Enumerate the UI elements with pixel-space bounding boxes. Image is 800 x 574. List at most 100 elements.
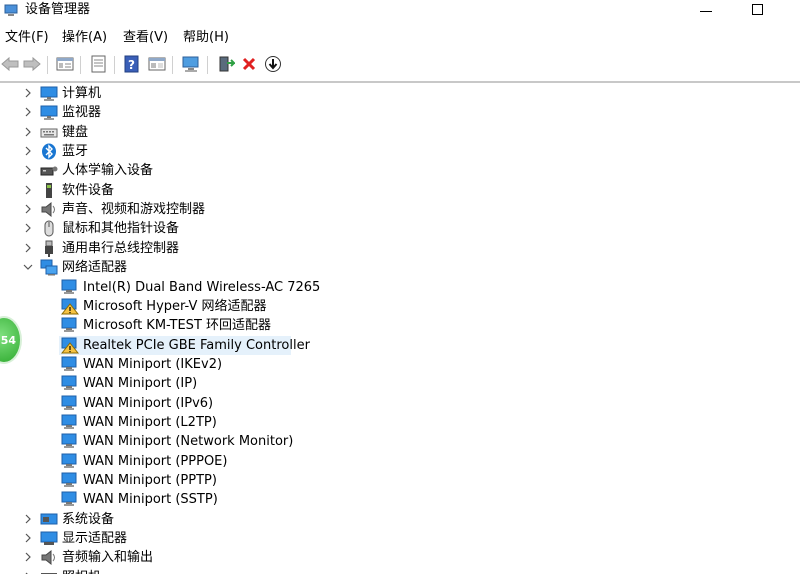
device-label: 鼠标和其他指针设备	[62, 221, 180, 237]
display-adapter-icon	[40, 530, 58, 547]
chevron-right-icon[interactable]	[22, 551, 34, 563]
device-label: WAN Miniport (IPv6)	[83, 395, 214, 411]
properties-icon[interactable]	[55, 54, 75, 74]
network-adapter-icon	[61, 395, 79, 412]
chevron-right-icon[interactable]	[22, 242, 34, 254]
device-item[interactable]: WAN Miniport (IPv6)	[0, 394, 800, 413]
chevron-right-icon[interactable]	[22, 222, 34, 234]
network-adapter-icon	[61, 356, 79, 373]
device-label: 网络适配器	[62, 260, 128, 276]
chevron-right-icon[interactable]	[22, 106, 34, 118]
network-adapter-icon	[61, 279, 79, 296]
device-category[interactable]: 显示适配器	[0, 529, 800, 548]
svg-text:?: ?	[128, 58, 135, 72]
menu-help[interactable]: 帮助(H)	[183, 29, 229, 47]
chevron-right-icon[interactable]	[22, 184, 34, 196]
device-label: WAN Miniport (Network Monitor)	[83, 434, 294, 450]
device-category[interactable]: 网络适配器	[0, 258, 800, 277]
device-label: 键盘	[62, 124, 89, 140]
device-label: 音频输入和输出	[62, 550, 154, 566]
device-item[interactable]: Realtek PCIe GBE Family Controller	[0, 335, 800, 355]
enable-device-icon[interactable]	[216, 54, 236, 74]
device-label: 监视器	[62, 105, 102, 121]
device-label: 系统设备	[62, 511, 115, 527]
chevron-right-icon[interactable]	[22, 126, 34, 138]
keyboard-icon	[40, 124, 58, 141]
network-adapter-icon	[61, 453, 79, 470]
device-category[interactable]: 软件设备	[0, 181, 800, 200]
chevron-right-icon[interactable]	[22, 203, 34, 215]
device-item[interactable]: WAN Miniport (IP)	[0, 374, 800, 393]
back-icon[interactable]	[0, 54, 20, 74]
chevron-down-icon[interactable]	[22, 261, 34, 273]
network-icon	[40, 259, 58, 276]
device-category[interactable]: 声音、视频和游戏控制器	[0, 200, 800, 219]
forward-icon[interactable]	[22, 54, 42, 74]
device-label: 显示适配器	[62, 531, 128, 547]
network-adapter-icon	[61, 491, 79, 508]
system-device-icon	[40, 511, 58, 528]
device-item[interactable]: WAN Miniport (PPPOE)	[0, 452, 800, 471]
device-label: 照相机	[62, 568, 101, 574]
title-bar: 设备管理器	[0, 0, 800, 26]
device-category[interactable]: 监视器	[0, 103, 800, 122]
network-adapter-icon	[61, 317, 79, 334]
device-category[interactable]: 计算机	[0, 84, 800, 103]
network-adapter-icon	[61, 433, 79, 450]
view-icon[interactable]	[147, 54, 167, 74]
device-category[interactable]: 系统设备	[0, 510, 800, 529]
chevron-right-icon[interactable]	[22, 164, 34, 176]
bluetooth-icon	[40, 143, 58, 160]
device-label: 蓝牙	[62, 144, 89, 160]
maximize-button[interactable]	[748, 2, 770, 20]
device-category[interactable]: 人体学输入设备	[0, 161, 800, 180]
network-adapter-icon	[61, 375, 79, 392]
chevron-right-icon[interactable]	[22, 513, 34, 525]
device-category[interactable]: 照相机	[0, 568, 800, 574]
device-label: WAN Miniport (IP)	[83, 376, 198, 392]
device-label: 计算机	[62, 86, 102, 101]
device-label: WAN Miniport (PPTP)	[83, 473, 217, 488]
device-label: Intel(R) Dual Band Wireless-AC 7265	[83, 279, 321, 295]
uninstall-icon[interactable]	[239, 54, 259, 74]
toolbar-divider	[0, 81, 800, 83]
device-item[interactable]: WAN Miniport (IKEv2)	[0, 355, 800, 374]
menu-action[interactable]: 操作(A)	[62, 29, 107, 47]
device-item[interactable]: Intel(R) Dual Band Wireless-AC 7265	[0, 278, 800, 297]
network-adapter-warning-icon	[60, 298, 80, 315]
chevron-right-icon[interactable]	[22, 532, 34, 544]
device-category[interactable]: 音频输入和输出	[0, 548, 800, 567]
device-item[interactable]: WAN Miniport (L2TP)	[0, 413, 800, 432]
device-label: WAN Miniport (L2TP)	[83, 414, 217, 430]
device-category[interactable]: 鼠标和其他指针设备	[0, 219, 800, 238]
download-icon[interactable]	[263, 54, 283, 74]
device-tree: 计算机监视器键盘蓝牙 人体学输入设备软件设备声音、视频和游戏控制器 鼠标和其他指针设…	[0, 84, 800, 574]
device-item[interactable]: Microsoft KM-TEST 环回适配器	[0, 316, 800, 335]
chevron-right-icon[interactable]	[22, 87, 34, 99]
device-item[interactable]: WAN Miniport (PPTP)	[0, 471, 800, 490]
monitor-icon[interactable]	[181, 54, 201, 74]
device-label: WAN Miniport (IKEv2)	[83, 356, 223, 372]
menu-view[interactable]: 查看(V)	[123, 29, 168, 47]
device-item[interactable]: WAN Miniport (Network Monitor)	[0, 432, 800, 451]
audio-io-icon	[40, 549, 58, 566]
help-icon[interactable]: ?	[122, 54, 142, 74]
device-category[interactable]: 键盘	[0, 123, 800, 142]
device-label: 声音、视频和游戏控制器	[62, 202, 206, 218]
usb-icon	[40, 240, 58, 257]
chevron-right-icon[interactable]	[22, 145, 34, 157]
menu-file[interactable]: 文件(F)	[5, 29, 49, 47]
device-item[interactable]: WAN Miniport (SSTP)	[0, 490, 800, 509]
device-label: 通用串行总线控制器	[62, 240, 180, 256]
device-item[interactable]: Microsoft Hyper-V 网络适配器	[0, 297, 800, 316]
device-category[interactable]: 通用串行总线控制器	[0, 239, 800, 258]
update-driver-icon[interactable]	[89, 54, 109, 74]
device-label: 软件设备	[62, 182, 115, 198]
software-device-icon	[40, 182, 58, 199]
device-category[interactable]: 蓝牙	[0, 142, 800, 161]
network-adapter-icon	[61, 472, 79, 489]
minimize-button[interactable]	[696, 2, 718, 20]
camera-icon	[40, 569, 58, 574]
mouse-icon	[40, 220, 58, 237]
device-label: Microsoft Hyper-V 网络适配器	[83, 298, 267, 314]
